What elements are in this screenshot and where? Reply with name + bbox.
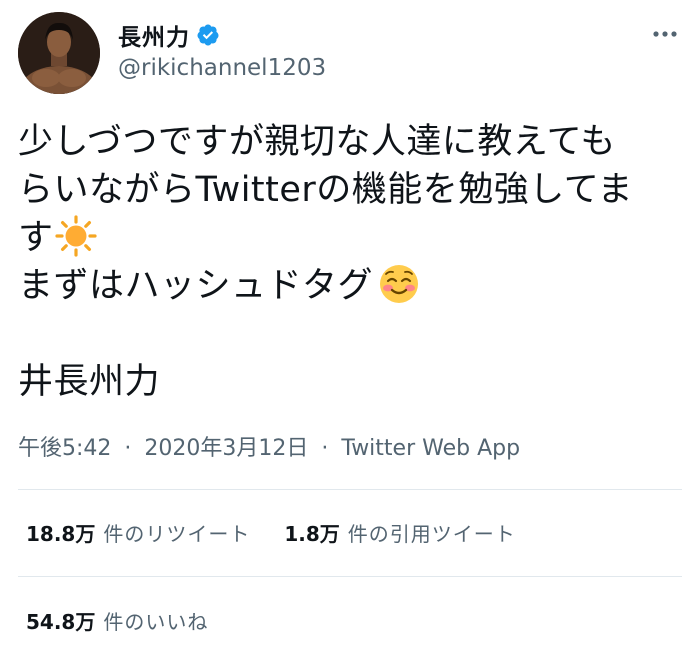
more-options-button[interactable] — [650, 20, 680, 44]
tweet-text-line-1: 少しづつですが親切な人達に教えても — [18, 122, 616, 162]
stats-row-1: 18.8万 件のリツイート 1.8万 件の引用ツイート — [26, 518, 550, 547]
retweets-count: 18.8万 — [26, 522, 96, 546]
tweet-detail: 長州力 @rikichannel1203 少しづつですが親切な人達に教えても ら… — [0, 0, 700, 660]
tweet-text-line-2: らいながらTwitterの機能を勉強してま — [18, 170, 634, 210]
tweet-text-line-5: 井長州力 — [18, 362, 161, 402]
tweet-text-line-4: まずはハッシュドタグ — [18, 262, 683, 310]
retweets-label: 件のリツイート — [103, 522, 251, 546]
avatar[interactable] — [18, 12, 100, 94]
quotes-count: 1.8万 — [284, 522, 340, 546]
divider-top — [18, 489, 682, 490]
meta-separator: · — [124, 436, 132, 461]
tweet-meta: 午後5:42 · 2020年3月12日 · Twitter Web App — [18, 430, 520, 462]
tweet-source[interactable]: Twitter Web App — [341, 436, 520, 461]
display-name-row: 長州力 — [118, 18, 220, 52]
display-name[interactable]: 長州力 — [118, 18, 190, 52]
sun-emoji-icon — [54, 214, 98, 258]
verified-badge-icon — [196, 23, 220, 47]
tweet-text-line-3-text: す — [18, 218, 54, 258]
quotes-stat[interactable]: 1.8万 件の引用ツイート — [284, 518, 515, 547]
retweets-stat[interactable]: 18.8万 件のリツイート — [26, 518, 250, 547]
stats-row-2: 54.8万 件のいいね — [26, 606, 242, 635]
more-horizontal-icon — [652, 23, 678, 42]
likes-stat[interactable]: 54.8万 件のいいね — [26, 606, 208, 635]
tweet-text-line-4-text: まずはハッシュドタグ — [18, 266, 374, 306]
likes-count: 54.8万 — [26, 610, 96, 634]
tweet-date[interactable]: 2020年3月12日 — [144, 436, 308, 461]
quotes-label: 件の引用ツイート — [347, 522, 516, 546]
divider-middle — [18, 576, 682, 577]
tweet-time[interactable]: 午後5:42 — [18, 436, 111, 461]
smiling-face-emoji-icon — [377, 262, 421, 306]
likes-label: 件のいいね — [103, 610, 209, 634]
tweet-text: 少しづつですが親切な人達に教えても らいながらTwitterの機能を勉強してま … — [18, 118, 683, 406]
tweet-text-line-3: す — [18, 214, 683, 262]
meta-separator-2: · — [321, 436, 329, 461]
user-handle[interactable]: @rikichannel1203 — [118, 55, 326, 81]
